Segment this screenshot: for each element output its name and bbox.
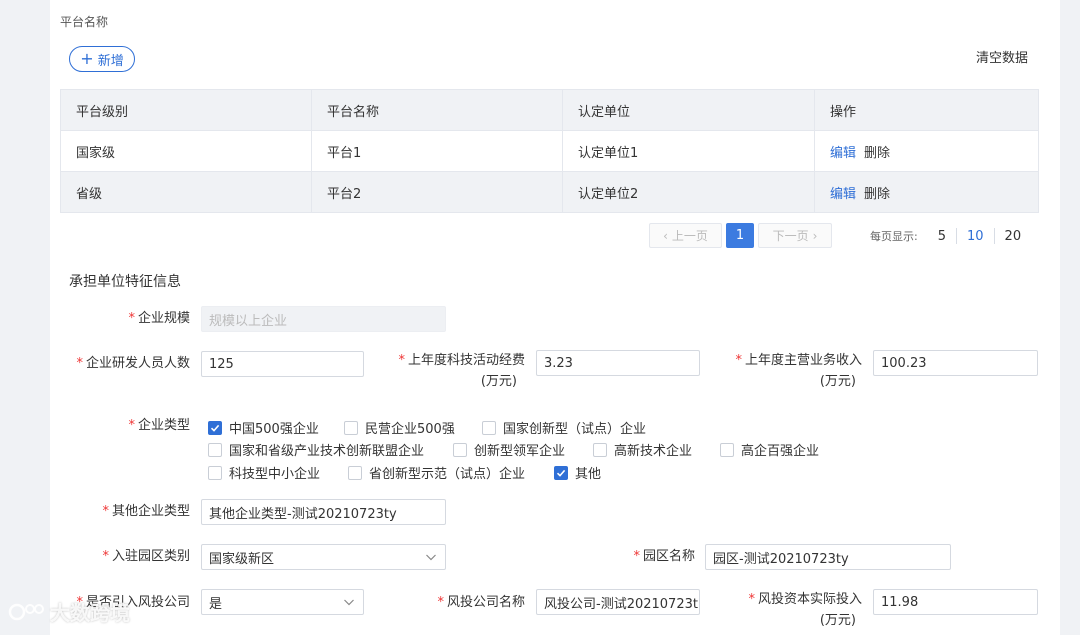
page-size-option[interactable]: 20 xyxy=(1005,229,1022,244)
header-level: 平台级别 xyxy=(60,89,312,131)
cell-actions: 编辑 删除 xyxy=(814,171,1039,213)
checkbox-option[interactable]: 其他 xyxy=(554,463,601,482)
divider xyxy=(993,228,995,244)
header-action: 操作 xyxy=(814,89,1039,131)
checkbox-option[interactable]: 创新型领军企业 xyxy=(453,440,565,459)
vc-investment-label: * 风投资本实际投入 (万元) xyxy=(748,592,862,628)
checkbox-icon xyxy=(720,442,734,457)
checkbox-option[interactable]: 中国500强企业 xyxy=(208,418,319,437)
header-name: 平台名称 xyxy=(311,89,563,131)
platform-table: 平台级别 平台名称 认定单位 操作 国家级 平台1 认定单位1 编辑 删除 省级 … xyxy=(60,89,1039,213)
page-size-label: 每页显示: xyxy=(870,230,918,243)
table-row: 国家级 平台1 认定单位1 编辑 删除 xyxy=(60,130,1039,172)
checkbox-icon xyxy=(208,442,222,457)
cell-level: 省级 xyxy=(60,171,312,213)
scale-field: 规模以上企业 xyxy=(201,306,446,332)
page-size-option[interactable]: 5 xyxy=(938,229,946,244)
checkbox-icon xyxy=(593,442,607,457)
cell-actions: 编辑 删除 xyxy=(814,130,1039,172)
form-panel: 平台名称 + 新增 清空数据 平台级别 平台名称 认定单位 操作 国家级 平台1… xyxy=(50,0,1060,635)
checkbox-icon xyxy=(208,465,222,480)
cell-level: 国家级 xyxy=(60,130,312,172)
tech-expense-input[interactable]: 3.23 xyxy=(536,350,700,376)
vc-name-input[interactable]: 风投公司-测试20210723t xyxy=(536,589,700,615)
add-label: 新增 xyxy=(97,53,124,69)
cell-name: 平台2 xyxy=(311,171,563,213)
page-size-option[interactable]: 10 xyxy=(967,229,984,244)
main-revenue-input[interactable]: 100.23 xyxy=(873,350,1038,376)
checkbox-option[interactable]: 高新技术企业 xyxy=(593,440,692,459)
clear-data-button[interactable]: 清空数据 xyxy=(976,47,1028,66)
chevron-down-icon xyxy=(344,599,354,606)
checkbox-checked-icon xyxy=(554,465,568,480)
checkbox-icon xyxy=(482,420,496,435)
prev-page-button[interactable]: ‹ 上一页 xyxy=(649,223,722,248)
checkbox-option[interactable]: 国家和省级产业技术创新联盟企业 xyxy=(208,440,424,459)
current-page[interactable]: 1 xyxy=(726,223,754,248)
watermark: 大数跨境 xyxy=(8,597,130,626)
next-page-button[interactable]: 下一页 › xyxy=(758,223,832,248)
other-type-label: * 其他企业类型 xyxy=(102,504,190,519)
table-header-row: 平台级别 平台名称 认定单位 操作 xyxy=(60,89,1039,131)
chevron-down-icon xyxy=(426,554,436,561)
rd-staff-label: * 企业研发人员人数 xyxy=(76,356,190,371)
chevron-right-icon: › xyxy=(812,228,818,243)
chevron-left-icon: ‹ xyxy=(663,228,668,243)
checkbox-icon xyxy=(344,420,358,435)
delete-link[interactable]: 删除 xyxy=(864,146,890,161)
page-size-selector: 每页显示: 5 10 20 xyxy=(870,228,1021,244)
platform-section-label: 平台名称 xyxy=(60,15,109,29)
checkbox-icon xyxy=(348,465,362,480)
tech-expense-label: * 上年度科技活动经费 (万元) xyxy=(398,353,525,389)
add-platform-button[interactable]: + 新增 xyxy=(69,46,135,72)
vc-name-label: * 风投公司名称 xyxy=(437,595,525,610)
checkbox-option[interactable]: 民营企业500强 xyxy=(344,418,455,437)
table-row: 省级 平台2 认定单位2 编辑 删除 xyxy=(60,171,1039,213)
delete-link[interactable]: 删除 xyxy=(864,187,890,202)
park-category-select[interactable]: 国家级新区 xyxy=(201,544,446,570)
cell-unit: 认定单位2 xyxy=(562,171,815,213)
rd-staff-input[interactable]: 125 xyxy=(201,351,364,377)
checkbox-option[interactable]: 高企百强企业 xyxy=(720,440,819,459)
divider xyxy=(956,228,957,244)
required-mark: * xyxy=(128,311,135,326)
cell-unit: 认定单位1 xyxy=(562,130,815,172)
checkbox-checked-icon xyxy=(208,420,222,435)
plus-icon: + xyxy=(80,49,94,68)
edit-link[interactable]: 编辑 xyxy=(830,146,856,161)
park-category-label: * 入驻园区类别 xyxy=(102,549,190,564)
checkbox-option[interactable]: 科技型中小企业 xyxy=(208,463,320,482)
cell-name: 平台1 xyxy=(311,130,563,172)
main-revenue-label: * 上年度主营业务收入 (万元) xyxy=(735,353,862,389)
park-name-label: * 园区名称 xyxy=(633,549,695,564)
feature-section-title: 承担单位特征信息 xyxy=(69,274,181,290)
checkbox-option[interactable]: 省创新型示范（试点）企业 xyxy=(348,463,525,482)
enterprise-type-label: * 企业类型 xyxy=(128,418,190,433)
other-type-input[interactable]: 其他企业类型-测试20210723ty xyxy=(201,499,446,525)
park-name-input[interactable]: 园区-测试20210723ty xyxy=(705,544,951,570)
scale-label: * 企业规模 xyxy=(128,311,190,326)
header-unit: 认定单位 xyxy=(562,89,815,131)
checkbox-icon xyxy=(453,442,467,457)
vc-introduced-select[interactable]: 是 xyxy=(201,589,364,615)
watermark-logo-icon xyxy=(8,603,44,620)
vc-investment-input[interactable]: 11.98 xyxy=(873,589,1038,615)
checkbox-option[interactable]: 国家创新型（试点）企业 xyxy=(482,418,646,437)
edit-link[interactable]: 编辑 xyxy=(830,187,856,202)
